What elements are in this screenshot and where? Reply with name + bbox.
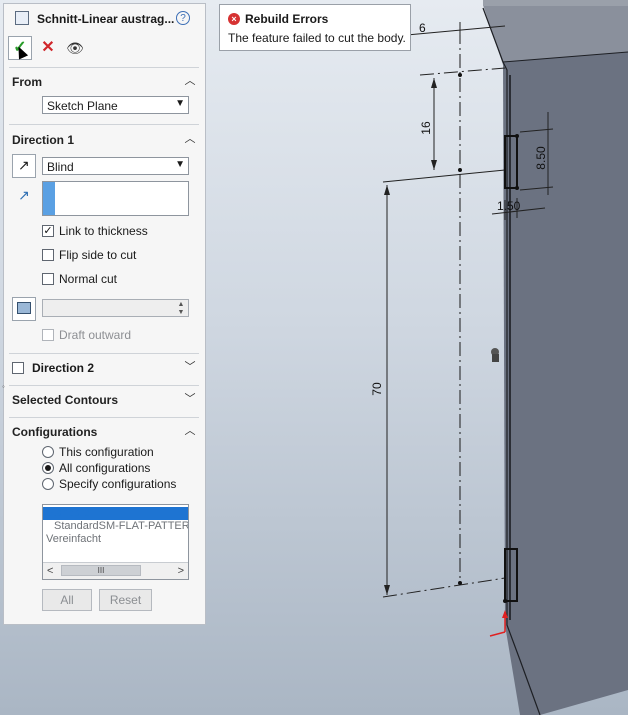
scroll-thumb[interactable]: III — [61, 565, 141, 576]
tooltip-title: Rebuild Errors — [245, 12, 329, 26]
horizontal-scrollbar[interactable]: < III > — [43, 562, 188, 579]
reverse-direction-button[interactable]: ↗ — [12, 154, 36, 178]
dimension-1-50[interactable]: 1.50 — [497, 199, 520, 213]
error-icon: × — [228, 13, 240, 25]
panel-resize-handle[interactable]: ◦ — [2, 382, 9, 392]
draft-button[interactable] — [12, 297, 36, 321]
configurations-list[interactable]: Standard StandardSM-FLAT-PATTER Vereinfa… — [42, 504, 189, 580]
chevron-left-icon[interactable]: < — [47, 565, 53, 577]
direction-selection-box[interactable] — [42, 181, 189, 216]
panel-titlebar: Schnitt-Linear austrag... ? — [4, 4, 205, 34]
chevron-up-icon[interactable]: ︿ — [184, 134, 196, 145]
list-item[interactable]: Standard — [43, 507, 188, 520]
eye-icon: 👁 — [66, 40, 84, 56]
from-section-title[interactable]: From — [12, 75, 42, 89]
chevron-up-icon[interactable]: ︿ — [184, 76, 196, 87]
feature-icon — [15, 11, 29, 25]
chevron-right-icon[interactable]: > — [178, 565, 184, 577]
chevron-up-icon[interactable]: ︿ — [184, 426, 196, 437]
panel-title: Schnitt-Linear austrag... — [37, 12, 175, 26]
dimension-70[interactable]: 70 — [370, 379, 384, 399]
reset-button[interactable]: Reset — [99, 589, 152, 611]
dimension-6[interactable]: 6 — [419, 21, 426, 35]
selected-contours-title[interactable]: Selected Contours — [12, 393, 118, 407]
preview-button[interactable]: 👁 — [64, 38, 86, 58]
chevron-down-icon: ▼ — [175, 98, 185, 109]
from-select[interactable]: Sketch Plane ▼ — [42, 96, 189, 114]
side-face — [503, 52, 628, 715]
direction-vector-icon: ↗ — [18, 187, 30, 203]
property-manager: Schnitt-Linear austrag... ? ✓ ✕ 👁 From ︿… — [3, 3, 206, 625]
end-condition-select[interactable]: Blind ▼ — [42, 157, 189, 175]
cancel-button[interactable]: ✕ — [38, 38, 58, 58]
all-button[interactable]: All — [42, 589, 92, 611]
dimension-8-50[interactable]: 8.50 — [534, 143, 548, 173]
close-icon: ✕ — [41, 39, 55, 56]
draft-angle-spinner[interactable]: ▲ ▼ — [42, 299, 189, 317]
rebuild-errors-tooltip: × Rebuild Errors The feature failed to c… — [219, 4, 411, 51]
draft-icon — [17, 302, 31, 314]
chevron-down-icon: ▼ — [175, 159, 185, 170]
chevron-down-icon[interactable]: ﹀ — [184, 362, 196, 373]
help-icon[interactable]: ? — [176, 11, 190, 25]
list-item[interactable]: Vereinfacht — [43, 533, 188, 546]
reverse-direction-icon: ↗ — [18, 157, 30, 173]
list-item[interactable]: StandardSM-FLAT-PATTER — [43, 520, 188, 533]
panel-actions: ✓ ✕ 👁 — [4, 34, 205, 64]
chevron-down-icon[interactable]: ﹀ — [184, 394, 196, 405]
configurations-title[interactable]: Configurations — [12, 425, 97, 439]
direction1-section-title[interactable]: Direction 1 — [12, 133, 74, 147]
tooltip-message: The feature failed to cut the body. — [228, 31, 406, 45]
pin-icon — [491, 348, 499, 362]
dimension-16[interactable]: 16 — [419, 118, 433, 138]
